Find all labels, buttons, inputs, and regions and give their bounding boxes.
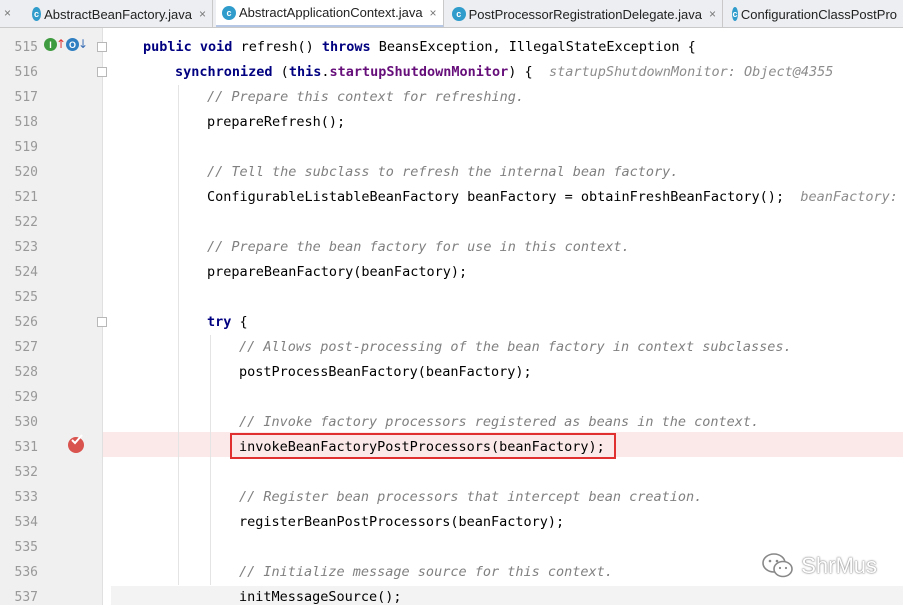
code-line-524: 524 prepareBeanFactory(beanFactory); — [0, 260, 903, 285]
watermark: ShrMus — [761, 552, 877, 580]
code-comment[interactable]: // Prepare the bean factory for use in t… — [207, 235, 903, 260]
line-number: 529 — [14, 390, 38, 405]
tab-label: AbstractBeanFactory.java — [44, 6, 192, 22]
tab-label: PostProcessorRegistrationDelegate.java — [468, 6, 702, 22]
keyword: public — [143, 39, 192, 55]
code-line-534: 534 registerBeanPostProcessors(beanFacto… — [0, 510, 903, 535]
editor-tab-bar: c AbstractBeanFactory.java × c AbstractA… — [0, 0, 903, 28]
code-line-532: 532 — [0, 460, 903, 485]
line-number: 522 — [14, 215, 38, 230]
code-text[interactable]: prepareRefresh(); — [207, 110, 903, 135]
code-fragment: ) { — [508, 64, 533, 80]
code-comment[interactable]: // Tell the subclass to refresh the inte… — [207, 160, 903, 185]
code-text[interactable]: registerBeanPostProcessors(beanFactory); — [239, 510, 903, 535]
field-reference: startupShutdownMonitor — [329, 64, 509, 80]
tab-post-processor-registration-delegate[interactable]: c PostProcessorRegistrationDelegate.java… — [446, 0, 723, 27]
watermark-text: ShrMus — [801, 553, 877, 578]
code-line-520: 520 // Tell the subclass to refresh the … — [0, 160, 903, 185]
code-text[interactable]: try { — [207, 310, 903, 335]
code-line-521: 521 ConfigurableListableBeanFactory bean… — [0, 185, 903, 210]
code-line-530: 530 // Invoke factory processors registe… — [0, 410, 903, 435]
code-line-519: 519 — [0, 135, 903, 160]
code-comment[interactable]: // Allows post-processing of the bean fa… — [239, 335, 903, 360]
code-text[interactable]: postProcessBeanFactory(beanFactory); — [239, 360, 903, 385]
line-number: 531 — [14, 440, 38, 455]
code-comment[interactable]: // Invoke factory processors registered … — [239, 410, 903, 435]
code-fragment: ConfigurableListableBeanFactory beanFact… — [207, 189, 785, 205]
code-text[interactable]: prepareBeanFactory(beanFactory); — [207, 260, 903, 285]
line-number: 516 — [14, 65, 38, 80]
class-icon: c — [452, 7, 466, 21]
line-number: 534 — [14, 515, 38, 530]
debug-value-hint: beanFactory: " — [800, 189, 903, 205]
line-number: 520 — [14, 165, 38, 180]
line-number: 525 — [14, 290, 38, 305]
close-icon[interactable]: × — [199, 7, 206, 21]
line-number: 519 — [14, 140, 38, 155]
line-number: 515 — [14, 40, 38, 55]
tab-label: ConfigurationClassPostPro — [740, 6, 897, 22]
tab-abstract-bean-factory[interactable]: c AbstractBeanFactory.java × — [26, 0, 213, 27]
close-icon[interactable]: × — [430, 6, 437, 20]
keyword: synchronized — [175, 64, 273, 80]
code-text[interactable]: public void refresh() throws BeansExcept… — [143, 35, 903, 60]
keyword: throws — [321, 39, 371, 55]
line-number: 530 — [14, 415, 38, 430]
line-number: 527 — [14, 340, 38, 355]
line-number: 533 — [14, 490, 38, 505]
line-number: 523 — [14, 240, 38, 255]
line-number: 524 — [14, 265, 38, 280]
class-icon: c — [732, 7, 738, 21]
line-number: 526 — [14, 315, 38, 330]
keyword: try — [207, 314, 232, 330]
line-number: 537 — [14, 590, 38, 605]
line-number: 532 — [14, 465, 38, 480]
line-number: 528 — [14, 365, 38, 380]
keyword: void — [199, 39, 233, 55]
line-number: 536 — [14, 565, 38, 580]
class-icon: c — [222, 5, 236, 20]
keyword: this — [288, 64, 322, 80]
code-fragment: refresh() — [232, 39, 322, 55]
code-line-522: 522 — [0, 210, 903, 235]
code-comment[interactable]: // Register bean processors that interce… — [239, 485, 903, 510]
code-comment[interactable]: // Prepare this context for refreshing. — [207, 85, 903, 110]
code-line-515: 515 public void refresh() throws BeansEx… — [0, 35, 903, 60]
code-line-518: 518 prepareRefresh(); — [0, 110, 903, 135]
code-fragment: BeansException, IllegalStateException { — [370, 39, 696, 55]
line-number: 517 — [14, 90, 38, 105]
tab-label: AbstractApplicationContext.java — [239, 5, 423, 20]
code-line-528: 528 postProcessBeanFactory(beanFactory); — [0, 360, 903, 385]
line-number: 518 — [14, 115, 38, 130]
line-number: 521 — [14, 190, 38, 205]
code-line-537: 537 initMessageSource(); — [0, 585, 903, 610]
class-icon: c — [32, 7, 42, 21]
code-line-529: 529 — [0, 385, 903, 410]
code-line-527: 527 // Allows post-processing of the bea… — [0, 335, 903, 360]
tab-abstract-application-context[interactable]: c AbstractApplicationContext.java × — [216, 0, 444, 27]
code-text[interactable]: synchronized (this.startupShutdownMonito… — [175, 60, 903, 85]
code-text[interactable]: ConfigurableListableBeanFactory beanFact… — [207, 185, 903, 210]
code-line-517: 517 // Prepare this context for refreshi… — [0, 85, 903, 110]
tab-configuration-class-post-processor[interactable]: c ConfigurationClassPostPro — [726, 0, 903, 27]
code-fragment: ( — [272, 64, 289, 80]
code-text[interactable]: initMessageSource(); — [239, 585, 903, 610]
code-fragment: { — [231, 314, 248, 330]
debug-value-hint: startupShutdownMonitor: Object@4355 — [548, 64, 834, 80]
line-number: 535 — [14, 540, 38, 555]
close-icon[interactable]: × — [709, 7, 716, 21]
code-line-526: 526 try { — [0, 310, 903, 335]
tab-close-partial-icon[interactable]: × — [4, 6, 18, 20]
annotation-highlight-box — [230, 433, 616, 459]
code-line-533: 533 // Register bean processors that int… — [0, 485, 903, 510]
code-line-523: 523 // Prepare the bean factory for use … — [0, 235, 903, 260]
wechat-icon — [762, 553, 794, 578]
code-line-525: 525 — [0, 285, 903, 310]
code-line-516: 516 synchronized (this.startupShutdownMo… — [0, 60, 903, 85]
